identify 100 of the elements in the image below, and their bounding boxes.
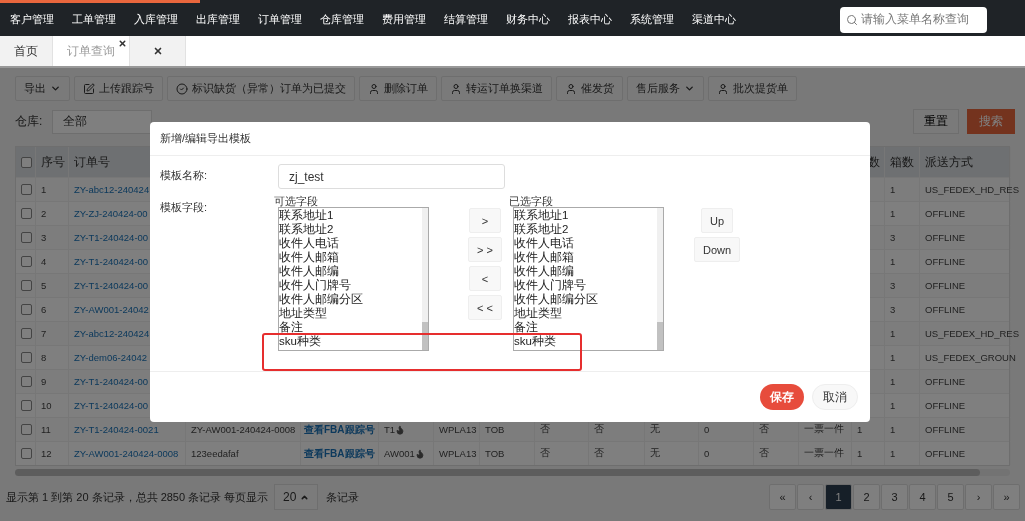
table-cell: 1: [41, 184, 47, 195]
nav-item[interactable]: 结算管理: [444, 12, 506, 27]
transfer-button[interactable]: > >: [468, 237, 502, 262]
list-item[interactable]: 收件人邮箱: [514, 250, 657, 264]
nav-item[interactable]: 客户管理: [10, 12, 72, 27]
list-item[interactable]: 联系地址1: [514, 208, 657, 222]
list-item[interactable]: 联系地址2: [514, 222, 657, 236]
save-button[interactable]: 保存: [760, 384, 804, 410]
nav-item[interactable]: 渠道中心: [692, 12, 754, 27]
page-button[interactable]: 5: [937, 484, 964, 510]
table-cell: 6: [41, 304, 47, 315]
row-checkbox[interactable]: [21, 328, 32, 339]
records-summary: 显示第 1 到第 20 条记录，总共 2850 条记录 每页显示: [6, 489, 269, 505]
toolbar-button[interactable]: 批次提货单: [708, 76, 797, 101]
row-checkbox[interactable]: [21, 184, 32, 195]
select-all-checkbox[interactable]: [21, 156, 32, 168]
table-cell: T1: [384, 424, 396, 435]
table-cell: 否: [759, 447, 769, 460]
row-checkbox[interactable]: [21, 304, 32, 315]
list-item[interactable]: 收件人邮编: [514, 264, 657, 278]
transfer-button[interactable]: <: [469, 266, 501, 291]
toolbar-button[interactable]: 售后服务: [627, 76, 704, 101]
page-button[interactable]: 2: [853, 484, 880, 510]
nav-item[interactable]: 入库管理: [134, 12, 196, 27]
page-button[interactable]: »: [993, 484, 1020, 510]
column-header: 箱数: [890, 153, 914, 171]
table-cell: 否: [594, 447, 604, 460]
list-item[interactable]: 收件人门牌号: [514, 278, 657, 292]
row-checkbox[interactable]: [21, 256, 32, 267]
list-item[interactable]: 备注: [514, 320, 657, 334]
list-item[interactable]: 地址类型: [514, 306, 657, 320]
row-checkbox[interactable]: [21, 352, 32, 363]
list-item[interactable]: 联系地址2: [279, 222, 422, 236]
table-cell: 10: [41, 400, 52, 411]
toolbar-button[interactable]: 转运订单换渠道: [441, 76, 552, 101]
nav-item[interactable]: 仓库管理: [320, 12, 382, 27]
table-cell: 4: [41, 256, 47, 267]
warehouse-select[interactable]: 全部: [52, 109, 152, 134]
page-size-select[interactable]: 20: [274, 484, 319, 510]
table-cell: WPLA13: [439, 448, 477, 459]
close-icon[interactable]: [118, 39, 127, 48]
page-button[interactable]: ‹: [797, 484, 824, 510]
page-button[interactable]: 3: [881, 484, 908, 510]
reset-button[interactable]: 重置: [913, 109, 959, 134]
caret-icon: [50, 83, 61, 94]
table-cell: 否: [540, 447, 550, 460]
nav-item[interactable]: 工单管理: [72, 12, 134, 27]
nav-item[interactable]: 系统管理: [630, 12, 692, 27]
row-checkbox[interactable]: [21, 280, 32, 291]
table-cell: AW001: [384, 448, 415, 459]
row-checkbox[interactable]: [21, 376, 32, 387]
list-item[interactable]: 备注: [279, 320, 422, 334]
table-cell: 1: [890, 352, 896, 363]
list-item[interactable]: 地址类型: [279, 306, 422, 320]
nav-item[interactable]: 财务中心: [506, 12, 568, 27]
page-tab[interactable]: 首页: [0, 36, 53, 66]
list-item[interactable]: 收件人邮编分区: [514, 292, 657, 306]
table-cell: 否: [540, 423, 550, 436]
transfer-button[interactable]: >: [469, 208, 501, 233]
toolbar-button[interactable]: 催发货: [556, 76, 623, 101]
page-button[interactable]: 1: [825, 484, 852, 510]
list-item[interactable]: 收件人邮编: [279, 264, 422, 278]
table-cell: 1: [890, 376, 896, 387]
row-checkbox[interactable]: [21, 448, 32, 459]
nav-item[interactable]: 报表中心: [568, 12, 630, 27]
table-cell: 9: [41, 376, 47, 387]
available-fields-list[interactable]: 联系地址1 联系地址2 收件人电话 收件人邮箱 收件人邮编 收件人门牌号 收件人邮编分区 地址类型 备注 sku种类: [278, 207, 429, 351]
row-checkbox[interactable]: [21, 400, 32, 411]
table-cell: OFFLINE: [925, 400, 966, 411]
flame-icon: [395, 424, 406, 435]
nav-item[interactable]: 费用管理: [382, 12, 444, 27]
nav-item[interactable]: 订单管理: [258, 12, 320, 27]
list-item[interactable]: 收件人门牌号: [279, 278, 422, 292]
row-checkbox[interactable]: [21, 232, 32, 243]
template-name-input[interactable]: zj_test: [278, 164, 505, 189]
cancel-button[interactable]: 取消: [812, 384, 858, 410]
order-button[interactable]: Up: [701, 208, 734, 233]
list-item[interactable]: 收件人邮编分区: [279, 292, 422, 306]
list-item[interactable]: 收件人邮箱: [279, 250, 422, 264]
toolbar-button[interactable]: 导出: [15, 76, 70, 101]
toolbar-button[interactable]: 上传跟踪号: [74, 76, 163, 101]
transfer-button[interactable]: < <: [468, 295, 502, 320]
toolbar-button[interactable]: 标识缺货（异常）订单为已提交: [167, 76, 355, 101]
order-button[interactable]: Down: [694, 237, 741, 262]
list-item[interactable]: 收件人电话: [514, 236, 657, 250]
selected-fields-list[interactable]: 联系地址1 联系地址2 收件人电话 收件人邮箱 收件人邮编 收件人门牌号 收件人邮编分区 地址类型 备注 sku种类: [513, 207, 664, 351]
list-item[interactable]: 联系地址1: [279, 208, 422, 222]
menu-search-field[interactable]: 请输入菜单名称查询: [840, 6, 987, 33]
nav-item[interactable]: 出库管理: [196, 12, 258, 27]
table-cell: OFFLINE: [925, 280, 966, 291]
page-button[interactable]: 4: [909, 484, 936, 510]
list-item[interactable]: 收件人电话: [279, 236, 422, 250]
field-label: 模板字段:: [160, 200, 209, 215]
page-button[interactable]: ›: [965, 484, 992, 510]
row-checkbox[interactable]: [21, 424, 32, 435]
toolbar-button[interactable]: 删除订单: [359, 76, 437, 101]
row-checkbox[interactable]: [21, 208, 32, 219]
page-button[interactable]: «: [769, 484, 796, 510]
table-cell: 1: [890, 448, 896, 459]
table-cell: 无: [650, 423, 660, 436]
